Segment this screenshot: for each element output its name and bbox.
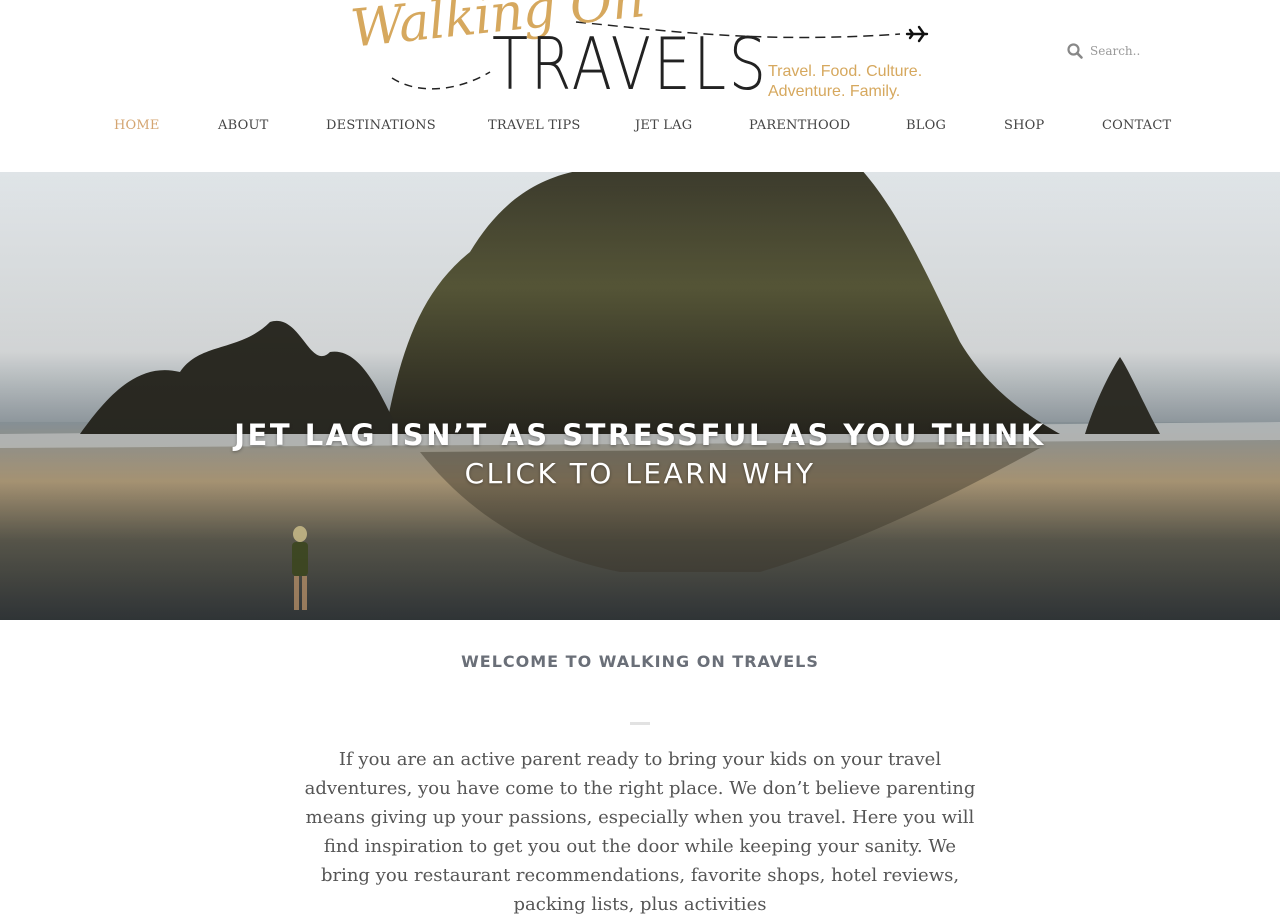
hero-banner[interactable]: JET LAG ISN’T AS STRESSFUL AS YOU THINK … xyxy=(0,172,1280,620)
logo-tagline-line2: Adventure. Family. xyxy=(768,83,901,100)
search-box xyxy=(1064,40,1204,62)
search-icon[interactable] xyxy=(1066,42,1084,60)
logo-tagline: Travel. Food. Culture. Adventure. Family… xyxy=(768,62,922,102)
logo-main-text: TRAVELS xyxy=(492,22,769,106)
section-divider xyxy=(630,722,650,725)
search-input[interactable] xyxy=(1088,40,1202,62)
hero-cta-link[interactable]: CLICK TO LEARN WHY xyxy=(0,457,1280,490)
nav-item-jet-lag[interactable]: JET LAG xyxy=(635,118,692,133)
nav-item-home[interactable]: HOME xyxy=(114,118,160,133)
nav-item-blog[interactable]: BLOG xyxy=(906,118,946,133)
nav-item-shop[interactable]: SHOP xyxy=(1004,118,1044,133)
hero-title: JET LAG ISN’T AS STRESSFUL AS YOU THINK xyxy=(234,418,1046,452)
airplane-icon xyxy=(905,25,929,43)
main-nav: HOME ABOUT DESTINATIONS TRAVEL TIPS JET … xyxy=(0,118,1280,140)
site-logo[interactable]: Walking On TRAVELS Travel. Food. Culture… xyxy=(340,0,940,108)
nav-item-about[interactable]: ABOUT xyxy=(218,118,268,133)
nav-item-destinations[interactable]: DESTINATIONS xyxy=(326,118,436,133)
hero-background-image xyxy=(0,172,1280,620)
welcome-paragraph: If you are an active parent ready to bri… xyxy=(304,749,976,915)
logo-tagline-line1: Travel. Food. Culture. xyxy=(768,63,923,80)
site-header: Walking On TRAVELS Travel. Food. Culture… xyxy=(0,0,1280,172)
nav-item-travel-tips[interactable]: TRAVEL TIPS xyxy=(488,118,581,133)
welcome-heading: WELCOME TO WALKING ON TRAVELS xyxy=(461,652,819,671)
nav-item-contact[interactable]: CONTACT xyxy=(1102,118,1171,133)
nav-item-parenthood[interactable]: PARENTHOOD xyxy=(749,118,850,133)
